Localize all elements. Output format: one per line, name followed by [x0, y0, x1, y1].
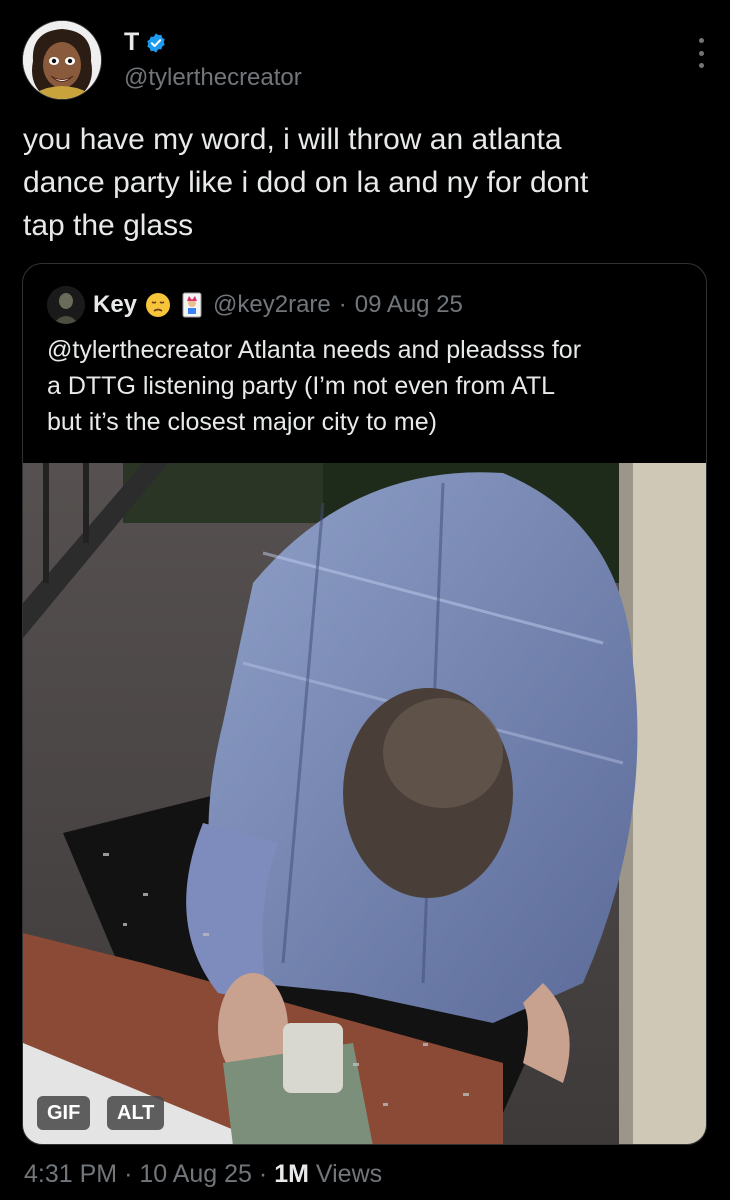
quoted-author-name[interactable]: Key: [93, 291, 137, 319]
cartoon-avatar-icon: [23, 21, 101, 99]
silhouette-avatar-icon: [47, 286, 85, 324]
meta-separator: ·: [124, 1160, 133, 1188]
author-handle[interactable]: @tylerthecreator: [124, 64, 302, 92]
tweet-text: you have my word, i will throw an atlant…: [23, 123, 589, 242]
alt-badge[interactable]: ALT: [107, 1096, 165, 1130]
views-count[interactable]: 1M: [274, 1160, 309, 1188]
quoted-date[interactable]: 09 Aug 25: [355, 291, 463, 319]
gif-badge: GIF: [37, 1096, 91, 1130]
more-options-icon[interactable]: [696, 38, 706, 68]
quoted-author-avatar[interactable]: [47, 286, 85, 324]
tweet-header: T @tylerthecreator: [22, 20, 712, 100]
author-display-name[interactable]: T: [124, 28, 139, 57]
quoted-tweet-gif[interactable]: [23, 463, 706, 1144]
quoted-tweet-header: Key @key2rare · 09 Aug 25: [47, 286, 463, 324]
quoted-separator: ·: [338, 291, 347, 318]
views-label: Views: [315, 1160, 383, 1188]
tweet-meta: 4:31 PM · 10 Aug 25 · 1M Views: [24, 1160, 382, 1189]
author-avatar[interactable]: [22, 20, 102, 100]
verified-badge-icon: [147, 32, 165, 53]
gif-image: [23, 463, 706, 1144]
quoted-author-handle[interactable]: @key2rare: [213, 291, 331, 319]
author-name-row: T: [124, 28, 167, 57]
meta-separator: ·: [258, 1160, 268, 1188]
quoted-tweet[interactable]: Key @key2rare · 09 Aug 25 @tylerthecreat…: [22, 263, 707, 1145]
quoted-tweet-text: @tylerthecreator Atlanta needs and plead…: [47, 336, 582, 436]
tweet-time[interactable]: 4:31 PM: [24, 1160, 117, 1188]
joker-card-emoji-icon: [182, 292, 202, 318]
tweet-date[interactable]: 10 Aug 25: [139, 1160, 252, 1188]
pensive-face-emoji-icon: [146, 293, 171, 317]
